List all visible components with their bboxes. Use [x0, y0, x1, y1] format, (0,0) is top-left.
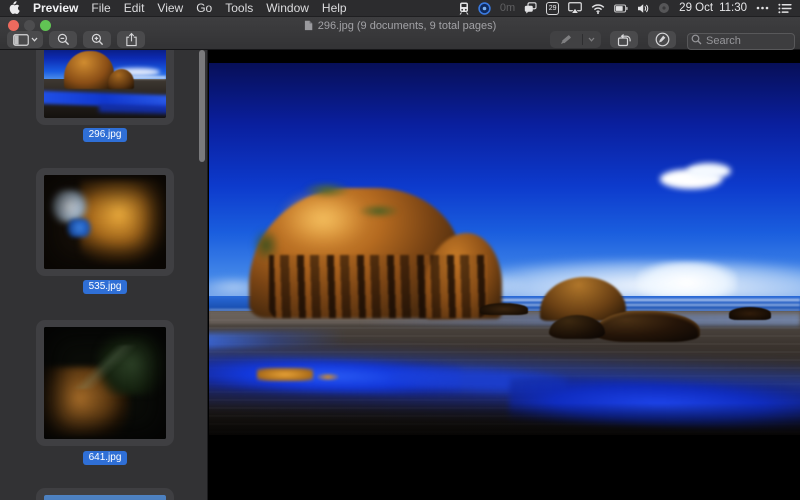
menu-view[interactable]: View — [157, 1, 183, 15]
main-photo-296 — [209, 63, 800, 435]
menu-help[interactable]: Help — [322, 1, 347, 15]
ellipsis-icon[interactable] — [756, 6, 769, 10]
highlighter-icon — [559, 33, 573, 46]
thumb1-stream-2 — [99, 103, 166, 114]
battery-icon[interactable] — [614, 4, 628, 13]
wifi-icon[interactable] — [591, 3, 605, 14]
calendar-day: 29 — [549, 5, 557, 12]
zoom-out-icon — [57, 33, 70, 46]
airplay-icon[interactable] — [568, 2, 582, 14]
chat-icon[interactable] — [524, 2, 537, 14]
input-source-icon[interactable] — [658, 2, 670, 14]
thumb4-blue-sky — [44, 495, 166, 500]
highlighter-segment[interactable] — [550, 31, 582, 48]
status-dial-icon[interactable] — [478, 2, 491, 15]
thumbnail-sidebar: 296.jpg 535.jpg 64 — [0, 50, 208, 500]
window-chrome: 296.jpg (9 documents, 9 total pages) — [0, 17, 800, 50]
menu-go[interactable]: Go — [196, 1, 212, 15]
app-menu-preview[interactable]: Preview — [33, 1, 78, 15]
highlighter-menu-segment[interactable] — [583, 31, 600, 48]
status-duration-text[interactable]: 0m — [500, 2, 515, 14]
apple-icon — [8, 1, 20, 15]
thumbnail-item-3[interactable] — [36, 320, 174, 446]
markup-icon — [655, 32, 670, 47]
clock-date: 29 Oct — [679, 2, 713, 14]
thumb1-rock-2 — [108, 69, 134, 89]
search-input[interactable] — [687, 33, 795, 50]
thumbnail-item-4[interactable] — [36, 488, 174, 500]
sidebar-scrollbar-thumb[interactable] — [199, 50, 205, 162]
document-icon — [304, 20, 313, 31]
photo-gold-reflection-2 — [317, 373, 339, 381]
sidebar-view-button[interactable] — [7, 31, 43, 48]
thumbnail-image-535[interactable] — [44, 175, 166, 269]
thumbnail-label-535[interactable]: 535.jpg — [83, 280, 128, 294]
thumbnail-label-296[interactable]: 296.jpg — [83, 128, 128, 142]
menu-window[interactable]: Window — [266, 1, 309, 15]
volume-icon[interactable] — [637, 3, 649, 14]
thumbnail-label-row-1: 296.jpg — [36, 128, 174, 142]
notification-center-icon[interactable] — [778, 3, 792, 14]
photo-foreground-rocks — [594, 311, 700, 342]
photo-gold-reflection-1 — [257, 368, 313, 381]
menu-edit[interactable]: Edit — [124, 1, 145, 15]
search-field-wrap — [687, 31, 795, 48]
thumbnail-image-296[interactable] — [44, 50, 166, 118]
photo-cloud-top-right-2 — [687, 163, 731, 179]
chevron-down-icon — [31, 37, 38, 42]
thumb1-rock — [64, 51, 114, 89]
thumb3-vignette — [44, 327, 166, 439]
thumbnail-image-641[interactable] — [44, 327, 166, 439]
thumbnail-label-row-2: 535.jpg — [36, 280, 174, 294]
screen: Preview File Edit View Go Tools Window H… — [0, 0, 800, 500]
zoom-in-icon — [91, 33, 104, 46]
window-title: 296.jpg (9 documents, 9 total pages) — [318, 20, 497, 32]
photo-rock-sunlit-highlight — [281, 191, 365, 247]
zoom-in-button[interactable] — [83, 31, 111, 48]
share-icon — [125, 32, 138, 47]
image-view-area — [208, 50, 800, 500]
photo-small-rock-2 — [729, 307, 771, 320]
clock-time: 11:30 — [719, 2, 747, 14]
menu-clock[interactable]: 29 Oct 11:30 — [679, 2, 747, 14]
thumbnail-item-1[interactable] — [36, 50, 174, 125]
thumbnail-label-row-3: 641.jpg — [36, 451, 174, 465]
thumb2-vignette — [44, 175, 166, 269]
menu-bar: Preview File Edit View Go Tools Window H… — [0, 0, 800, 17]
calendar-icon[interactable]: 29 — [546, 2, 559, 15]
rotate-button[interactable] — [610, 31, 638, 48]
menu-tools[interactable]: Tools — [225, 1, 253, 15]
photo-cumulus-cloud — [637, 261, 737, 297]
apple-menu[interactable] — [8, 1, 20, 15]
sidebar-view-icon — [13, 34, 29, 46]
menu-bar-status: 0m 29 29 Oct 11:30 — [459, 2, 792, 15]
train-icon[interactable] — [459, 2, 469, 15]
search-icon — [691, 34, 702, 45]
rotate-left-icon — [617, 33, 632, 47]
thumbnail-label-641[interactable]: 641.jpg — [83, 451, 128, 465]
chevron-down-icon — [588, 37, 595, 42]
markup-button[interactable] — [648, 31, 676, 48]
menu-bar-left: Preview File Edit View Go Tools Window H… — [8, 1, 347, 15]
photo-small-rock-1 — [480, 303, 528, 315]
menu-file[interactable]: File — [91, 1, 110, 15]
thumbnail-item-2[interactable] — [36, 168, 174, 276]
photo-rock-vegetation-1 — [304, 182, 350, 198]
highlight-split-button[interactable] — [550, 31, 601, 48]
zoom-out-button[interactable] — [49, 31, 77, 48]
photo-rock-vegetation-2 — [359, 204, 399, 218]
window-title-row: 296.jpg (9 documents, 9 total pages) — [0, 19, 800, 32]
photo-foreground-shadow — [209, 403, 800, 435]
photo-rock-crevices — [269, 255, 487, 318]
share-button[interactable] — [117, 31, 145, 48]
thumbnail-image-4[interactable] — [44, 495, 166, 500]
